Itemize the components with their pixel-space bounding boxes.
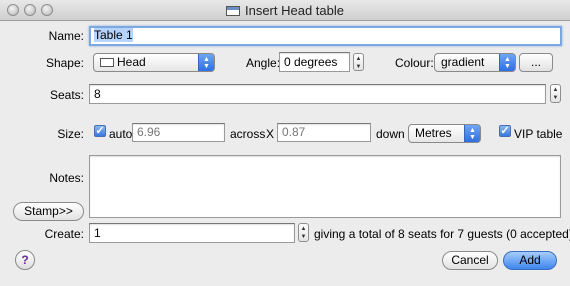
insert-head-table-dialog: Insert Head table Name: Table 1 Shape: H… [0,0,570,286]
name-label: Name: [48,29,84,43]
shape-select[interactable]: Head ▲ ▼ [93,53,215,72]
notes-label: Notes: [49,171,84,185]
seats-stepper[interactable]: ▲ ▼ [550,84,561,103]
angle-input[interactable]: 0 degrees [279,52,350,72]
angle-stepper[interactable]: ▲ ▼ [353,53,364,71]
auto-size-label: auto [109,127,133,141]
depth-input[interactable]: 0.87 [277,123,371,142]
size-label: Size: [57,127,84,141]
window-title: Insert Head table [244,3,344,18]
title-bar: Insert Head table [0,0,570,21]
vip-table-label: VIP table [514,127,563,141]
across-label: across [230,127,266,141]
stamp-button[interactable]: Stamp>> [13,202,84,221]
window-icon [225,6,240,16]
create-input[interactable]: 1 [89,223,295,243]
notes-textarea[interactable] [89,155,561,218]
head-table-shape-icon [100,58,114,67]
x-label: X [266,127,275,141]
create-summary: giving a total of 8 seats for 7 guests (… [314,227,570,241]
seats-input[interactable]: 8 [89,84,546,104]
vip-table-checkbox[interactable]: ✓ [499,125,511,137]
create-stepper[interactable]: ▲ ▼ [298,223,309,242]
colour-more-button[interactable]: ... [519,53,553,72]
updown-arrows-icon: ▲ ▼ [499,54,515,71]
colour-select[interactable]: gradient ▲ ▼ [434,53,516,72]
updown-arrows-icon: ▲ ▼ [464,125,480,142]
angle-label: Angle: [246,56,281,70]
cancel-button[interactable]: Cancel [442,251,498,270]
shape-label: Shape: [45,56,84,70]
create-label: Create: [44,227,84,241]
down-label: down [376,127,405,141]
help-icon[interactable]: ? [15,250,35,270]
updown-arrows-icon: ▲ ▼ [198,54,214,71]
seats-label: Seats: [49,88,84,102]
unit-select[interactable]: Metres ▲ ▼ [408,124,481,143]
add-button[interactable]: Add [503,251,557,270]
auto-size-checkbox[interactable]: ✓ [94,125,106,137]
colour-label: Colour: [395,56,434,70]
width-input[interactable]: 6.96 [132,123,225,142]
name-input[interactable]: Table 1 [89,26,562,46]
